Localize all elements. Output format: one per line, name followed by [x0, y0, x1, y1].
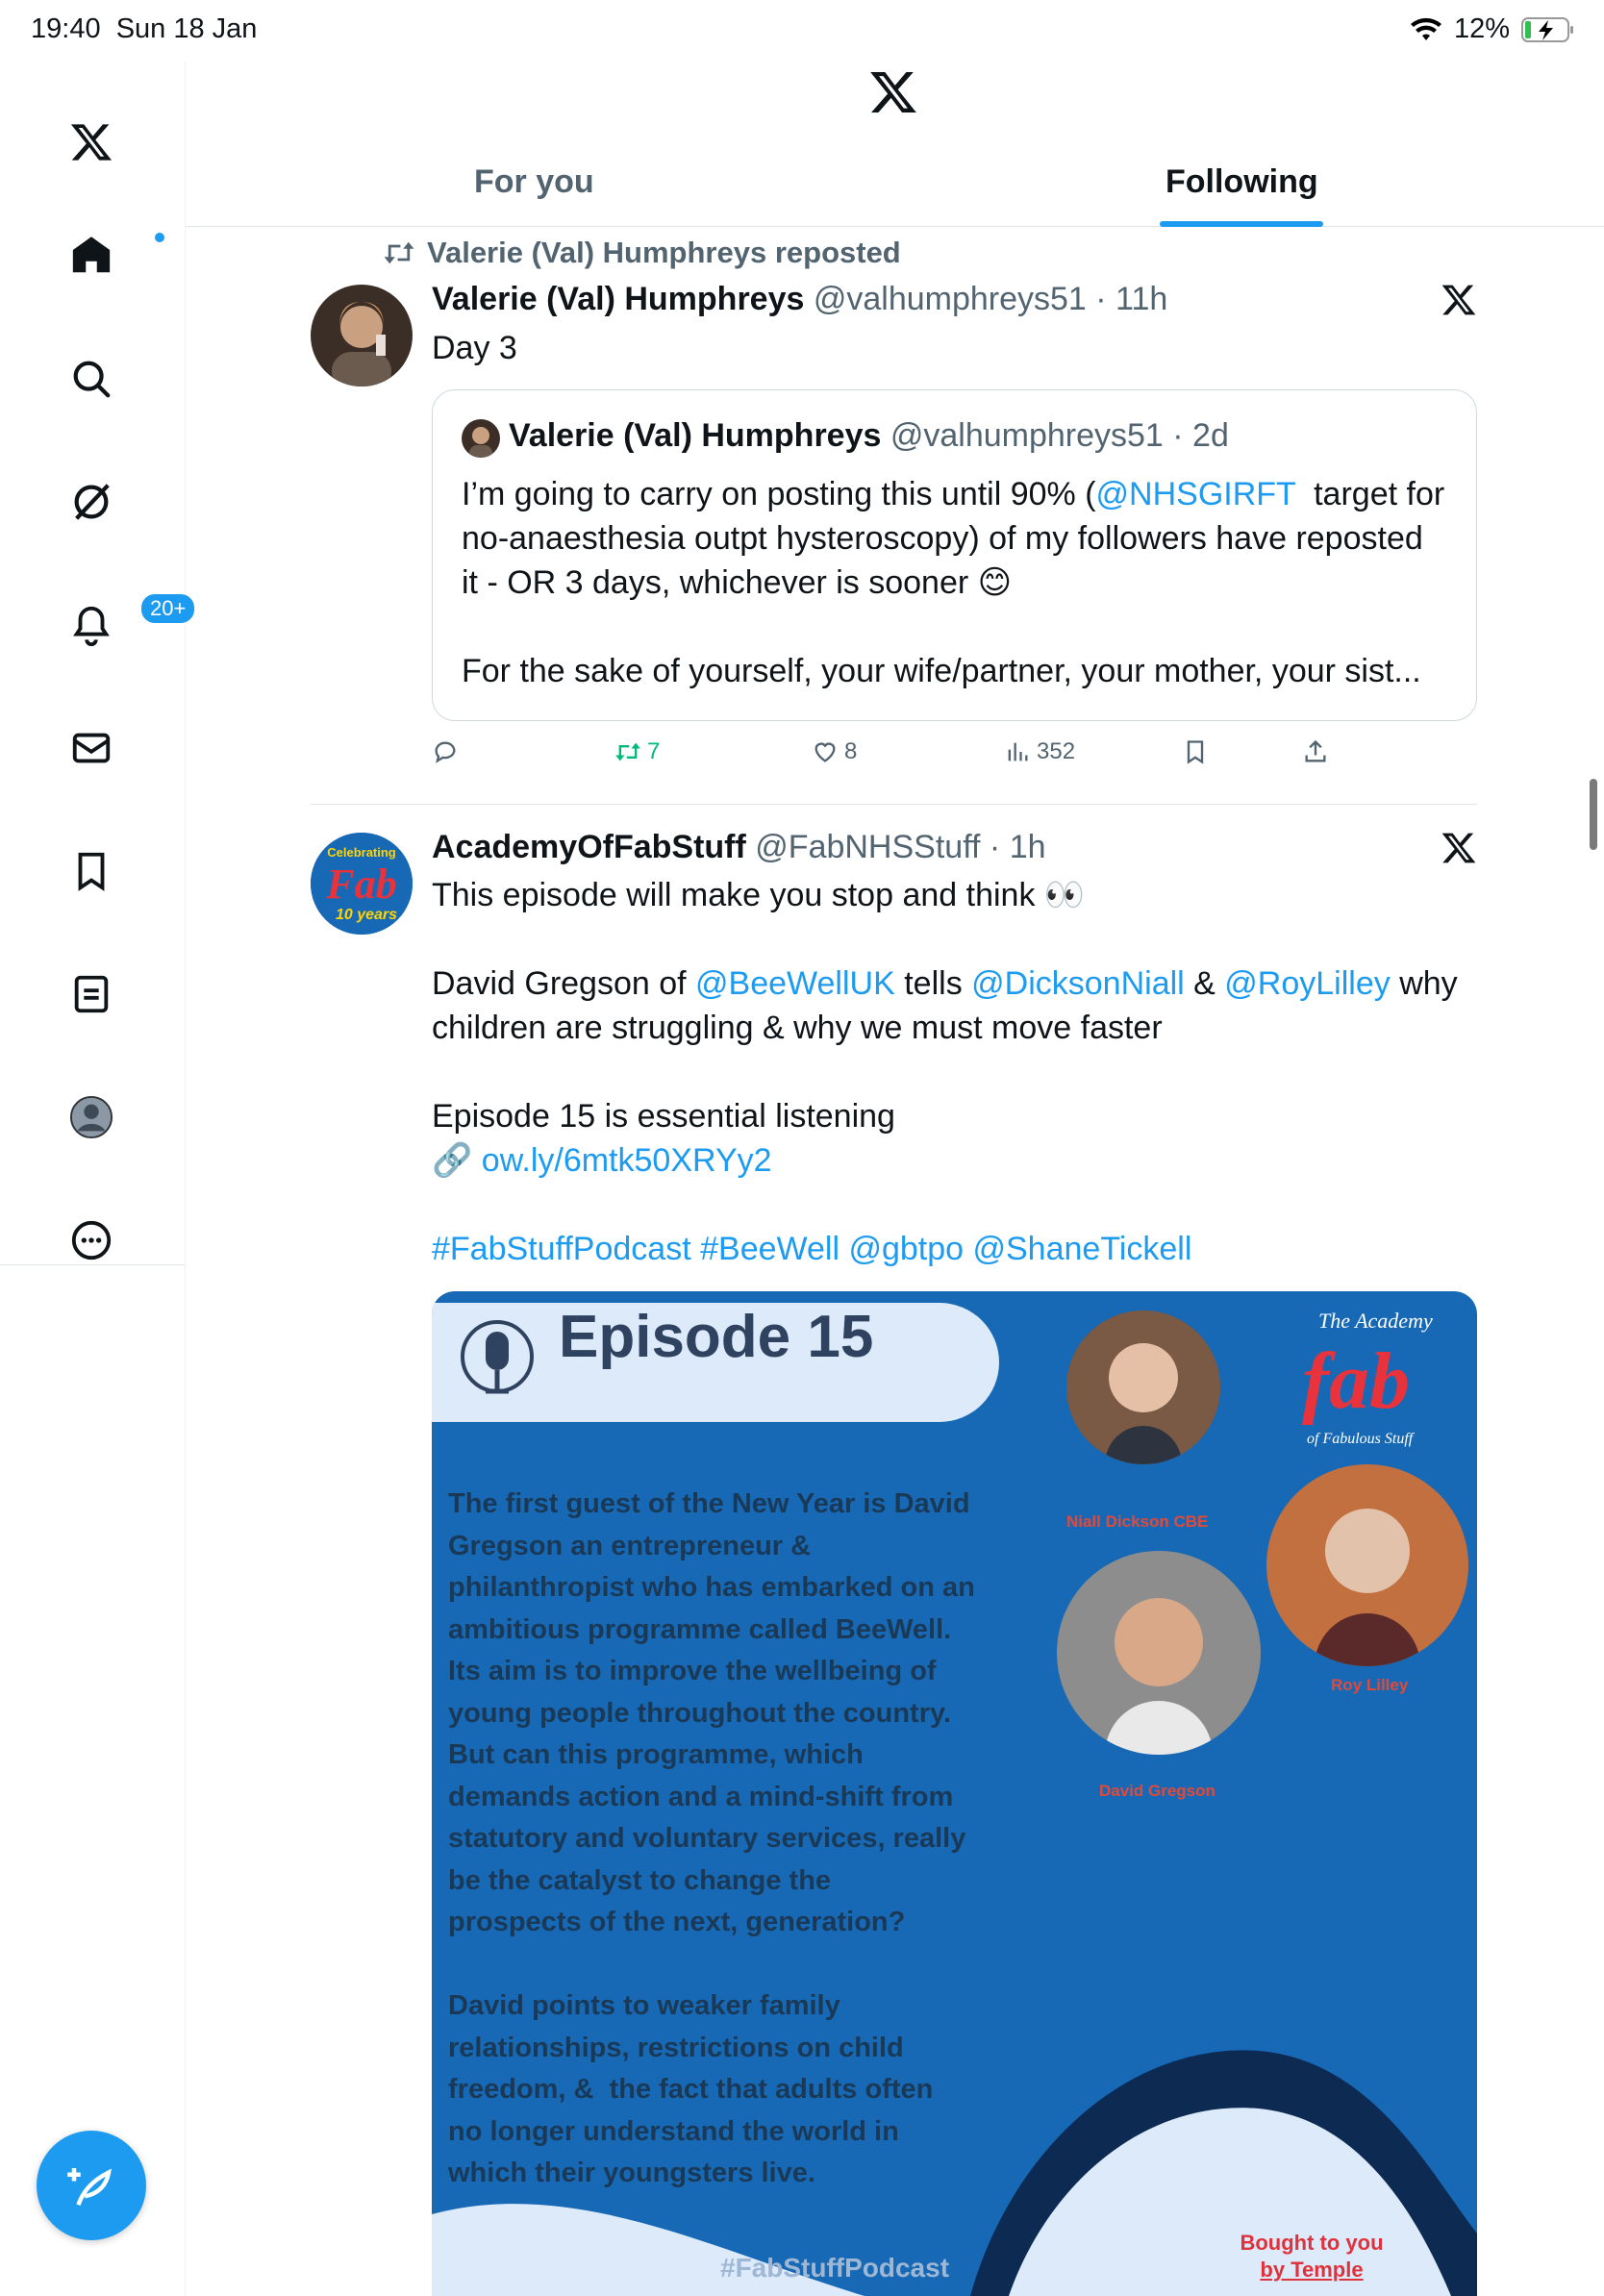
repost-icon: [384, 241, 414, 264]
avatar-years-text: 10 years: [336, 907, 397, 923]
guest-caption: Niall Dickson CBE: [1066, 1512, 1209, 1531]
main-timeline: For you Following Valerie (Val) Humphrey…: [186, 0, 1604, 2296]
tab-following[interactable]: Following: [1165, 163, 1318, 201]
views-chart-icon: [1008, 742, 1028, 761]
author-handle[interactable]: @FabNHSStuff · 1h: [755, 829, 1045, 865]
timeline-tabs: For you Following: [186, 144, 1604, 227]
tweet-actions: 7 8 352: [432, 738, 1477, 777]
repost-button[interactable]: 7: [614, 738, 660, 765]
hashtags-link[interactable]: #FabStuffPodcast #BeeWell @gbtpo @ShaneT…: [432, 1231, 1191, 1267]
quoted-tweet[interactable]: Valerie (Val) Humphreys @valhumphreys51 …: [432, 389, 1477, 721]
url-link[interactable]: ow.ly/6mtk50XRYy2: [482, 1142, 772, 1179]
compose-button[interactable]: [37, 2131, 146, 2240]
active-tab-indicator: [1160, 221, 1323, 227]
tweet-header: Valerie (Val) Humphreys @valhumphreys51 …: [432, 281, 1167, 318]
mention-link[interactable]: @BeeWellUK: [695, 965, 895, 1002]
mention-link[interactable]: @DicksonNiall: [971, 965, 1185, 1002]
tweet-media-image[interactable]: Episode 15 The first guest of the New Ye…: [432, 1291, 1477, 2296]
nav-grok[interactable]: [53, 463, 130, 540]
heart-icon: [815, 742, 836, 762]
mention-link[interactable]: @NHSGIRFT: [1096, 476, 1296, 512]
like-button[interactable]: 8: [812, 738, 857, 765]
nav-messages[interactable]: [53, 710, 130, 786]
repost-icon: [615, 742, 640, 761]
profile-avatar-icon: [69, 1095, 113, 1139]
quoted-avatar: [462, 419, 500, 458]
x-logo-icon[interactable]: [1441, 282, 1477, 318]
compose-feather-icon: [67, 2168, 112, 2207]
avatar-fab-text: Fab: [325, 861, 396, 908]
quoted-text: I’m going to carry on posting this until…: [462, 476, 1445, 689]
reply-icon: [435, 741, 456, 763]
home-icon: [72, 237, 111, 273]
guest-photo-roy: [1266, 1464, 1468, 1666]
brand-subtitle: of Fabulous Stuff: [1307, 1431, 1414, 1447]
like-count: 8: [844, 738, 858, 764]
article-icon: [74, 975, 109, 1013]
link-icon: 🔗: [432, 1142, 473, 1179]
guest-caption: David Gregson: [1099, 1782, 1216, 1800]
tab-for-you[interactable]: For you: [474, 163, 594, 201]
media-hashtag: #FabStuffPodcast: [720, 2253, 950, 2283]
x-logo-icon: [70, 124, 113, 161]
guest-caption: Roy Lilley: [1331, 1676, 1409, 1694]
author-name[interactable]: AcademyOfFabStuff: [432, 829, 746, 865]
nav-x-logo[interactable]: [53, 104, 130, 181]
brand-academy-text: The Academy: [1318, 1309, 1433, 1333]
repost-label: Valerie (Val) Humphreys reposted: [427, 236, 901, 269]
bookmark-icon: [1187, 740, 1204, 764]
nav-notifications[interactable]: 20+: [53, 586, 197, 663]
scrollbar[interactable]: [1590, 779, 1597, 850]
repost-count: 7: [647, 738, 661, 764]
guest-photo-niall: [1066, 1310, 1220, 1464]
avatar-celebrating-text: Celebrating: [327, 845, 396, 860]
share-icon: [1305, 739, 1326, 762]
more-circle-icon: [71, 1220, 112, 1260]
quoted-header: Valerie (Val) Humphreys @valhumphreys51 …: [509, 417, 1229, 455]
sponsor-text: Bought to you by Temple: [1240, 2231, 1384, 2282]
nav-home[interactable]: [53, 217, 166, 294]
author-handle[interactable]: @valhumphreys51 · 11h: [814, 281, 1167, 317]
nav-search[interactable]: [53, 340, 130, 417]
x-logo-icon: [870, 71, 916, 113]
quoted-author-name: Valerie (Val) Humphreys: [509, 417, 882, 454]
nav-bookmarks[interactable]: [53, 833, 130, 910]
episode-description: The first guest of the New Year is David…: [448, 1488, 975, 2188]
avatar[interactable]: [311, 285, 413, 387]
tweet-text: Day 3: [432, 330, 517, 366]
repost-context: Valerie (Val) Humphreys reposted: [383, 236, 901, 270]
nav-articles[interactable]: [53, 956, 130, 1033]
guest-photo-david: [1057, 1551, 1261, 1755]
mention-link[interactable]: @RoyLilley: [1224, 965, 1390, 1002]
views-button[interactable]: 352: [1004, 738, 1075, 765]
tweet-divider: [311, 804, 1477, 805]
avatar[interactable]: Celebrating Fab 10 years: [311, 833, 413, 935]
author-name[interactable]: Valerie (Val) Humphreys: [432, 281, 804, 317]
podcast-mic-icon: [461, 1320, 534, 1394]
home-new-dot: [153, 231, 166, 244]
envelope-icon: [72, 733, 111, 763]
reply-button[interactable]: [432, 738, 459, 765]
nav-more[interactable]: [53, 1202, 130, 1279]
tweet-header: AcademyOfFabStuff @FabNHSStuff · 1h: [432, 829, 1046, 866]
share-button[interactable]: [1302, 738, 1329, 765]
nav-profile[interactable]: [53, 1079, 130, 1156]
bookmark-button[interactable]: [1182, 738, 1209, 765]
tweet-text: This episode will make you stop and thin…: [432, 877, 1458, 1267]
bell-icon: [73, 606, 110, 646]
side-nav: 20+: [0, 62, 197, 1265]
search-icon: [73, 361, 111, 398]
brand-fab-logo: fab: [1302, 1336, 1410, 1426]
bookmark-icon: [78, 852, 105, 891]
episode-title: Episode 15: [559, 1304, 874, 1370]
grok-icon: [74, 484, 110, 520]
x-logo-icon[interactable]: [1441, 830, 1477, 866]
quoted-author-handle: @valhumphreys51 · 2d: [890, 417, 1229, 454]
views-count: 352: [1037, 738, 1076, 764]
